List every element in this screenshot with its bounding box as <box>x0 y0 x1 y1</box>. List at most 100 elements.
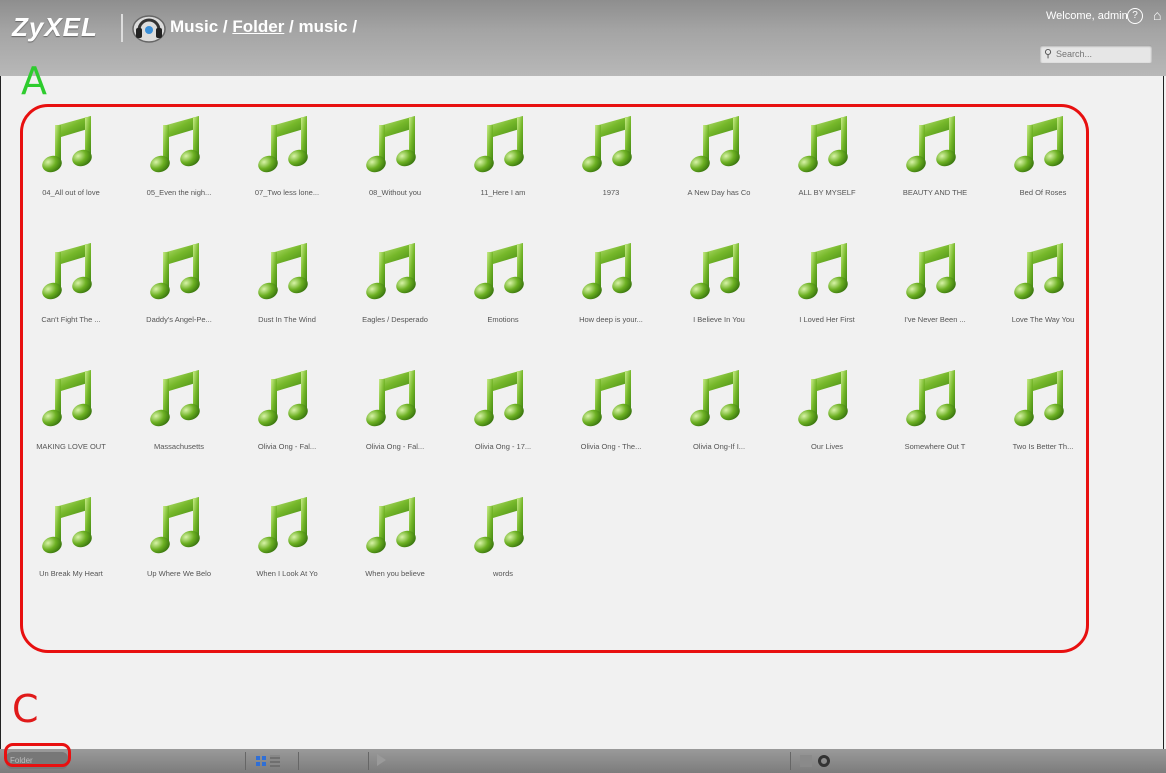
music-file-item[interactable]: Olivia Ong - The... <box>564 364 672 491</box>
help-icon[interactable]: ? <box>1127 8 1143 24</box>
music-file-item[interactable]: words <box>456 491 564 618</box>
music-file-item[interactable]: 11_Here I am <box>456 110 564 237</box>
music-file-item[interactable]: Un Break My Heart <box>24 491 132 618</box>
music-file-item[interactable]: MAKING LOVE OUT <box>24 364 132 491</box>
thumbnail-view-icon[interactable] <box>256 756 266 766</box>
music-file-item[interactable]: Bed Of Roses <box>996 110 1104 237</box>
headphones-icon <box>132 15 166 43</box>
music-file-item[interactable]: BEAUTY AND THE <box>888 110 996 237</box>
list-view-icon[interactable] <box>270 755 280 767</box>
music-note-icon <box>690 116 740 173</box>
settings-icon[interactable] <box>800 755 812 767</box>
file-grid: 04_All out of love 05_Even the nigh... 07_… <box>24 110 1084 640</box>
music-file-item[interactable]: 08_Without you <box>348 110 456 237</box>
music-file-item[interactable]: Eagles / Desperado <box>348 237 456 364</box>
breadcrumb-folder-link[interactable]: Folder <box>232 17 284 36</box>
music-file-item[interactable]: Up Where We Belo <box>132 491 240 618</box>
music-file-item[interactable]: When I Look At Yo <box>240 491 348 618</box>
music-note-icon <box>474 243 524 300</box>
music-note-icon <box>42 497 92 554</box>
breadcrumb-music: Music / <box>170 17 233 36</box>
music-file-item[interactable]: Can't Fight The ... <box>24 237 132 364</box>
music-note-icon <box>798 243 848 300</box>
music-file-name: When you believe <box>365 569 425 578</box>
music-file-name: Emotions <box>487 315 519 324</box>
search-icon: ⚲ <box>1044 48 1053 60</box>
music-file-item[interactable]: I Loved Her First <box>780 237 888 364</box>
music-note-icon <box>582 243 632 300</box>
music-file-name: Two Is Better Th... <box>1012 442 1074 451</box>
music-file-item[interactable]: Olivia Ong - Fal... <box>240 364 348 491</box>
music-file-name: I've Never Been ... <box>904 315 966 324</box>
search-input[interactable] <box>1056 46 1146 62</box>
music-file-item[interactable]: ALL BY MYSELF <box>780 110 888 237</box>
music-file-name: Un Break My Heart <box>39 569 103 578</box>
music-file-item[interactable]: Emotions <box>456 237 564 364</box>
music-note-icon <box>42 370 92 427</box>
header-bar: ZyXEL Music / Folder / music / Welcome, … <box>0 0 1166 76</box>
music-file-item[interactable]: Olivia Ong - 17... <box>456 364 564 491</box>
music-file-name: MAKING LOVE OUT <box>36 442 106 451</box>
music-note-icon <box>150 497 200 554</box>
music-file-item[interactable]: 05_Even the nigh... <box>132 110 240 237</box>
bottom-toolbar <box>0 749 1166 773</box>
music-file-item[interactable]: Our Lives <box>780 364 888 491</box>
music-note-icon <box>582 116 632 173</box>
header-divider <box>121 14 123 42</box>
refresh-icon[interactable] <box>818 755 830 767</box>
music-note-icon <box>42 116 92 173</box>
music-note-icon <box>690 243 740 300</box>
music-file-name: Our Lives <box>810 442 844 451</box>
music-file-name: 1973 <box>602 188 620 197</box>
music-note-icon <box>258 370 308 427</box>
music-file-name: Massachusetts <box>153 442 205 451</box>
music-file-name: Eagles / Desperado <box>362 315 428 324</box>
music-file-name: Bed Of Roses <box>1019 188 1067 197</box>
music-file-item[interactable]: Olivia Ong - Fal... <box>348 364 456 491</box>
home-icon[interactable]: ⌂ <box>1153 8 1166 22</box>
breadcrumb-current: / music / <box>284 17 358 36</box>
music-file-item[interactable]: 07_Two less lone... <box>240 110 348 237</box>
folder-button[interactable]: Folder <box>6 752 68 769</box>
music-file-name: I Loved Her First <box>799 315 855 324</box>
music-note-icon <box>1014 243 1064 300</box>
music-file-item[interactable]: Two Is Better Th... <box>996 364 1104 491</box>
music-file-item[interactable]: 04_All out of love <box>24 110 132 237</box>
music-file-name: 08_Without you <box>368 188 422 197</box>
toolbar-divider <box>245 752 246 770</box>
music-file-name: Can't Fight The ... <box>41 315 101 324</box>
music-file-item[interactable]: Love The Way You <box>996 237 1104 364</box>
music-note-icon <box>258 243 308 300</box>
music-file-item[interactable]: Massachusetts <box>132 364 240 491</box>
music-file-name: Olivia Ong - Fal... <box>257 442 317 451</box>
music-file-name: BEAUTY AND THE <box>902 188 968 197</box>
annotation-marker-a: A <box>21 59 47 103</box>
music-file-item[interactable]: Daddy's Angel-Pe... <box>132 237 240 364</box>
zyxel-logo: ZyXEL <box>12 12 98 42</box>
music-note-icon <box>366 116 416 173</box>
music-file-item[interactable]: I Believe In You <box>672 237 780 364</box>
music-note-icon <box>42 243 92 300</box>
music-file-item[interactable]: A New Day has Co <box>672 110 780 237</box>
music-file-item[interactable]: Somewhere Out T <box>888 364 996 491</box>
annotation-marker-c: C <box>12 687 39 731</box>
music-file-name: Olivia Ong - Fal... <box>365 442 425 451</box>
music-file-item[interactable]: Dust In The Wind <box>240 237 348 364</box>
breadcrumb: Music / Folder / music / <box>170 17 357 37</box>
music-note-icon <box>906 370 956 427</box>
music-file-name: When I Look At Yo <box>256 569 318 578</box>
music-note-icon <box>474 370 524 427</box>
music-file-item[interactable]: Olivia Ong-If I... <box>672 364 780 491</box>
music-file-name: Somewhere Out T <box>904 442 966 451</box>
music-note-icon <box>474 497 524 554</box>
music-file-item[interactable]: When you believe <box>348 491 456 618</box>
music-file-item[interactable]: I've Never Been ... <box>888 237 996 364</box>
music-note-icon <box>150 116 200 173</box>
play-icon[interactable] <box>377 754 386 766</box>
music-note-icon <box>690 370 740 427</box>
music-file-name: 07_Two less lone... <box>254 188 320 197</box>
music-file-item[interactable]: How deep is your... <box>564 237 672 364</box>
music-file-name: A New Day has Co <box>687 188 751 197</box>
music-file-name: Olivia Ong - 17... <box>474 442 532 451</box>
music-file-item[interactable]: 1973 <box>564 110 672 237</box>
